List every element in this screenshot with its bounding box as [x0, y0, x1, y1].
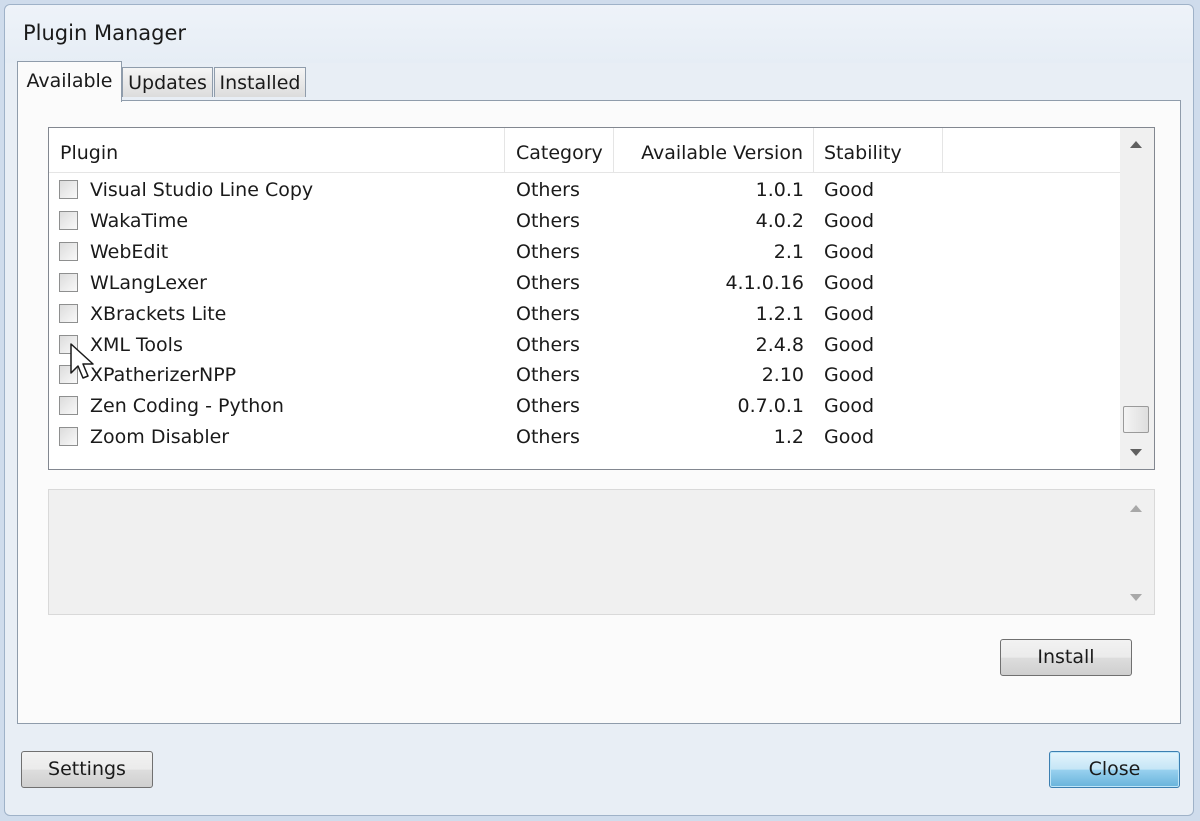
plugin-name: WakaTime	[90, 209, 189, 232]
plugin-name: Visual Studio Line Copy	[90, 179, 314, 201]
column-header-stability[interactable]: Stability	[814, 128, 943, 172]
row-checkbox[interactable]	[59, 396, 78, 416]
install-button[interactable]: Install	[1000, 639, 1132, 676]
mouse-pointer-icon	[70, 343, 94, 379]
plugin-name: Zoom Disabler	[90, 426, 230, 449]
plugin-stability: Good	[824, 364, 875, 387]
plugin-stability: Good	[824, 333, 875, 356]
plugin-version: 2.1	[773, 240, 804, 263]
close-button[interactable]: Close	[1049, 751, 1180, 788]
plugin-stability: Good	[824, 209, 875, 232]
plugin-name: WLangLexer	[90, 271, 207, 294]
row-checkbox[interactable]	[59, 272, 78, 292]
plugin-version: 1.2	[773, 426, 804, 449]
scroll-up-arrow-icon[interactable]	[1130, 141, 1142, 148]
row-checkbox[interactable]	[59, 241, 78, 261]
plugin-list[interactable]: Plugin Category Available Version Stabil…	[48, 127, 1155, 470]
plugin-stability: Good	[824, 395, 875, 418]
column-header-filler	[943, 128, 1121, 172]
title-bar: Plugin Manager	[5, 5, 1193, 63]
table-row[interactable]: XBrackets Lite Others 1.2.1 Good	[49, 299, 1121, 330]
plugin-stability: Good	[824, 240, 875, 263]
row-checkbox[interactable]	[59, 180, 78, 199]
plugin-stability: Good	[824, 179, 875, 201]
scroll-down-arrow-icon[interactable]	[1130, 449, 1142, 456]
table-row[interactable]: WLangLexer Others 4.1.0.16 Good	[49, 268, 1121, 299]
settings-button[interactable]: Settings	[21, 751, 153, 788]
plugin-version: 1.0.1	[755, 179, 804, 201]
plugin-version: 4.0.2	[755, 209, 804, 232]
plugin-name: XBrackets Lite	[90, 302, 227, 325]
table-row[interactable]: Zoom Disabler Others 1.2 Good	[49, 422, 1121, 453]
plugin-name: WebEdit	[90, 240, 169, 263]
row-checkbox[interactable]	[59, 427, 78, 447]
plugin-version: 2.4.8	[755, 333, 804, 356]
plugin-category: Others	[516, 302, 580, 325]
scroll-down-arrow-icon[interactable]	[1130, 594, 1142, 601]
plugin-category: Others	[516, 240, 580, 263]
row-checkbox[interactable]	[59, 303, 78, 323]
scroll-up-arrow-icon[interactable]	[1130, 505, 1142, 512]
plugin-name: XPatherizerNPP	[90, 364, 237, 387]
tab-updates[interactable]: Updates	[122, 67, 213, 97]
table-row[interactable]: Visual Studio Line Copy Others 1.0.1 Good	[49, 175, 1121, 206]
plugin-name: Zen Coding - Python	[90, 395, 284, 418]
plugin-name: XML Tools	[90, 333, 183, 356]
table-row[interactable]: XPatherizerNPP Others 2.10 Good	[49, 360, 1121, 391]
plugin-category: Others	[516, 333, 580, 356]
plugin-stability: Good	[824, 271, 875, 294]
plugin-category: Others	[516, 271, 580, 294]
tab-available[interactable]: Available	[17, 61, 122, 102]
plugin-version: 2.10	[761, 364, 804, 387]
table-row[interactable]: WebEdit Others 2.1 Good	[49, 237, 1121, 268]
plugin-version: 0.7.0.1	[737, 395, 804, 418]
scrollbar-thumb[interactable]	[1123, 406, 1149, 433]
plugin-version: 4.1.0.16	[725, 271, 804, 294]
plugin-stability: Good	[824, 302, 875, 325]
table-row[interactable]: WakaTime Others 4.0.2 Good	[49, 206, 1121, 237]
plugin-category: Others	[516, 179, 580, 201]
plugin-stability: Good	[824, 426, 875, 449]
list-header: Plugin Category Available Version Stabil…	[49, 128, 1121, 173]
row-checkbox[interactable]	[59, 210, 78, 230]
available-tab-panel: Plugin Category Available Version Stabil…	[17, 100, 1181, 724]
window-title: Plugin Manager	[23, 21, 187, 45]
column-header-available-version[interactable]: Available Version	[614, 128, 814, 172]
plugin-version: 1.2.1	[755, 302, 804, 325]
table-row[interactable]: XML Tools Others 2.4.8 Good	[49, 330, 1121, 361]
plugin-category: Others	[516, 209, 580, 232]
column-header-category[interactable]: Category	[505, 128, 614, 172]
tab-installed[interactable]: Installed	[214, 67, 306, 97]
list-scrollbar[interactable]	[1120, 128, 1154, 469]
plugin-category: Others	[516, 395, 580, 418]
plugin-manager-window: Plugin Manager Available Updates Install…	[4, 4, 1194, 816]
description-scrollbar[interactable]	[1120, 490, 1154, 614]
plugin-description-box[interactable]	[48, 489, 1155, 615]
table-row[interactable]: Zen Coding - Python Others 0.7.0.1 Good	[49, 391, 1121, 422]
plugin-category: Others	[516, 364, 580, 387]
plugin-category: Others	[516, 426, 580, 449]
column-header-plugin[interactable]: Plugin	[49, 128, 505, 172]
